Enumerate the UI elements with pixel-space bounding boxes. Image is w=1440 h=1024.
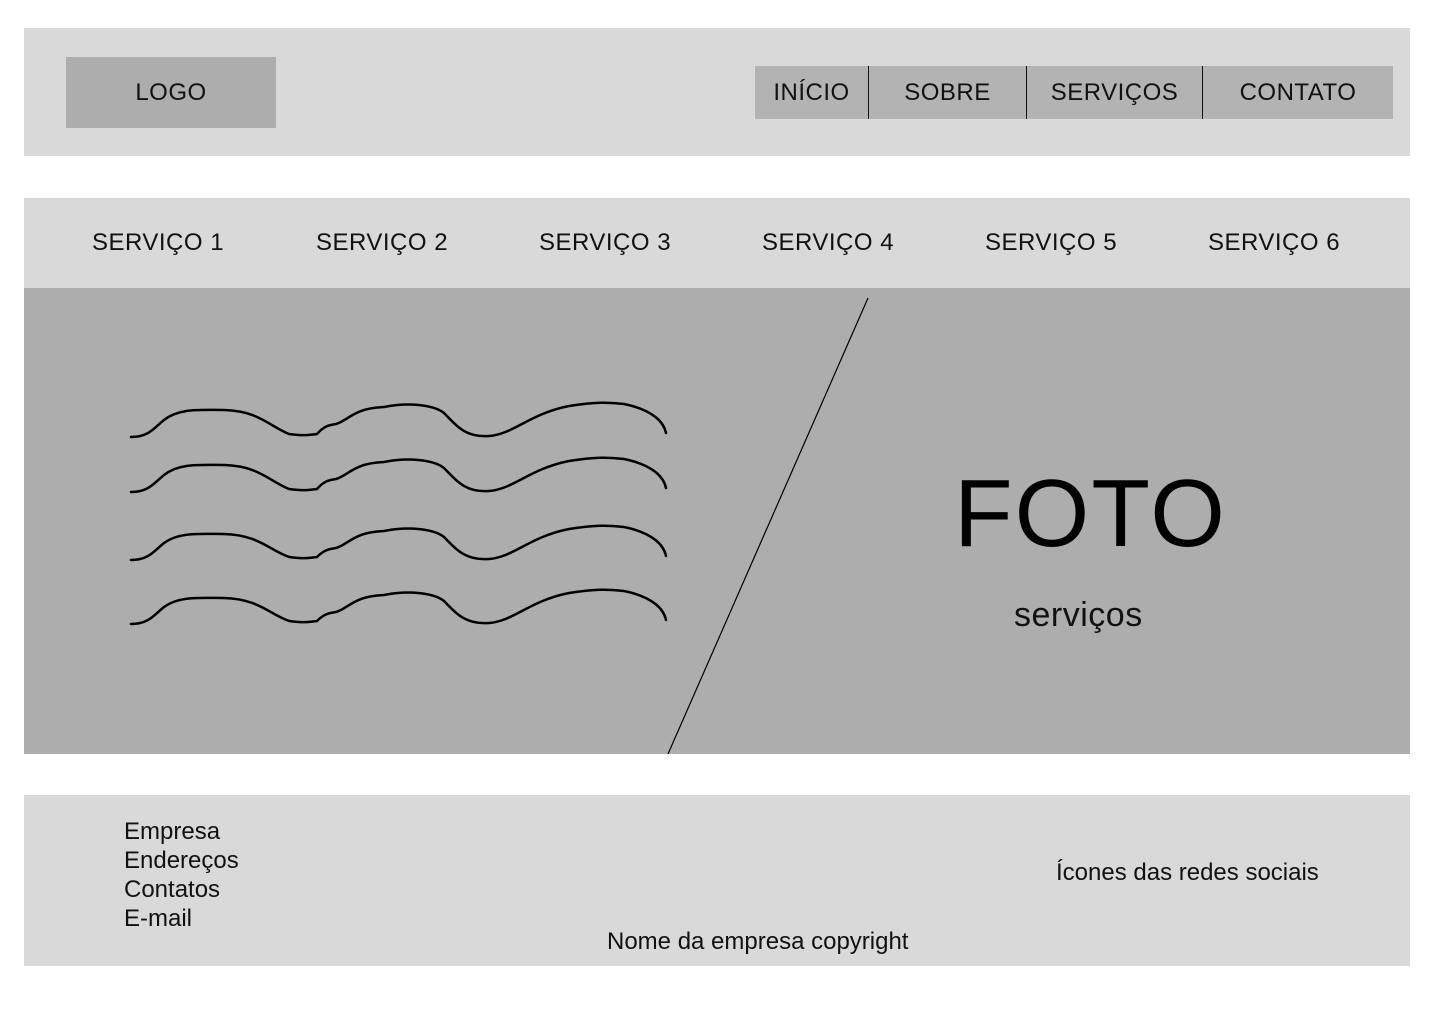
main-nav: INÍCIO SOBRE SERVIÇOS CONTATO	[755, 66, 1393, 119]
service-3[interactable]: SERVIÇO 3	[491, 198, 719, 288]
footer-link-email[interactable]: E-mail	[124, 904, 239, 933]
hero-banner: FOTO serviços	[24, 288, 1410, 754]
nav-inicio[interactable]: INÍCIO	[755, 66, 868, 119]
squiggle-line-1	[129, 401, 668, 439]
text-placeholder-squiggles	[129, 401, 668, 626]
nav-servicos[interactable]: SERVIÇOS	[1026, 66, 1202, 119]
site-header: LOGO INÍCIO SOBRE SERVIÇOS CONTATO	[24, 28, 1410, 156]
hero-title: FOTO	[954, 460, 1227, 567]
service-1[interactable]: SERVIÇO 1	[44, 198, 272, 288]
nav-sobre[interactable]: SOBRE	[868, 66, 1026, 119]
squiggle-line-2	[129, 456, 668, 494]
squiggle-line-3	[129, 524, 668, 562]
footer-link-contatos[interactable]: Contatos	[124, 875, 239, 904]
nav-contato[interactable]: CONTATO	[1202, 66, 1393, 119]
service-2[interactable]: SERVIÇO 2	[268, 198, 496, 288]
footer-links: Empresa Endereços Contatos E-mail	[124, 817, 239, 933]
service-6[interactable]: SERVIÇO 6	[1160, 198, 1388, 288]
squiggle-line-4	[129, 588, 668, 626]
services-bar: SERVIÇO 1 SERVIÇO 2 SERVIÇO 3 SERVIÇO 4 …	[24, 198, 1410, 288]
social-icons-placeholder[interactable]: Ícones das redes sociais	[1056, 859, 1319, 887]
footer-link-empresa[interactable]: Empresa	[124, 817, 239, 846]
site-footer: Empresa Endereços Contatos E-mail Ícones…	[24, 795, 1410, 966]
hero-subtitle: serviços	[1014, 596, 1143, 634]
diagonal-divider	[667, 297, 869, 754]
footer-link-enderecos[interactable]: Endereços	[124, 846, 239, 875]
copyright-text: Nome da empresa copyright	[607, 928, 909, 955]
logo[interactable]: LOGO	[66, 57, 276, 128]
service-4[interactable]: SERVIÇO 4	[714, 198, 942, 288]
service-5[interactable]: SERVIÇO 5	[937, 198, 1165, 288]
